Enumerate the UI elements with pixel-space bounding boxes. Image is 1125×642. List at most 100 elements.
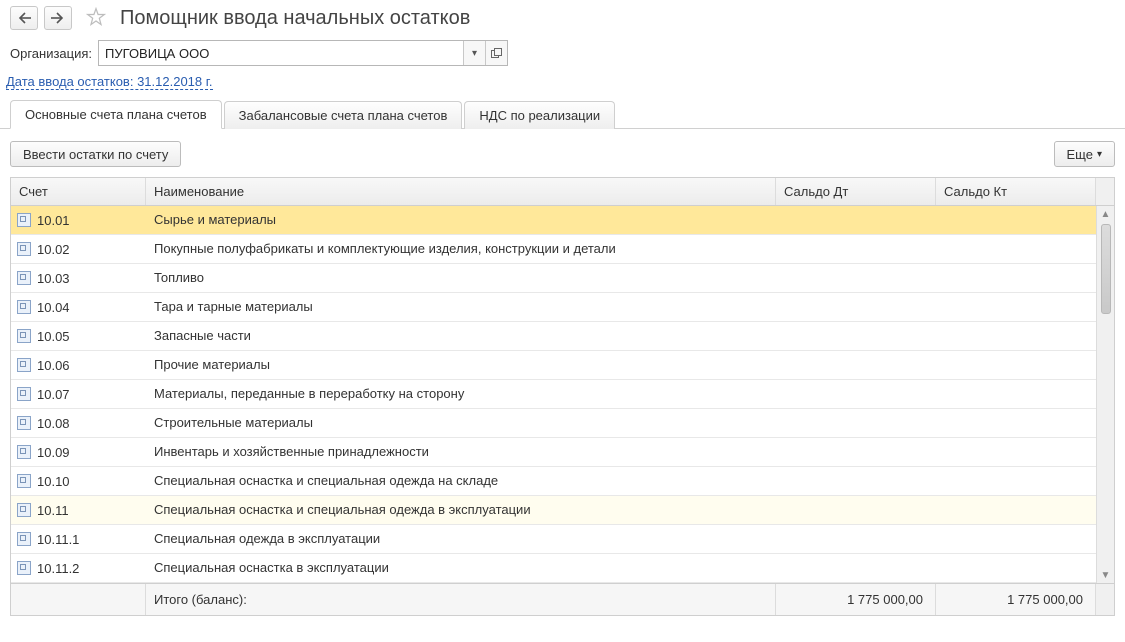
account-cell: 10.11 — [11, 496, 146, 524]
credit-cell — [936, 438, 1096, 466]
footer-label: Итого (баланс): — [146, 584, 776, 615]
back-button[interactable] — [10, 6, 38, 30]
debit-cell — [776, 554, 936, 582]
credit-cell — [936, 467, 1096, 495]
account-name: Топливо — [146, 264, 776, 292]
debit-cell — [776, 438, 936, 466]
debit-cell — [776, 380, 936, 408]
account-cell: 10.06 — [11, 351, 146, 379]
account-code: 10.07 — [37, 387, 70, 402]
credit-cell — [936, 554, 1096, 582]
credit-cell — [936, 351, 1096, 379]
credit-cell — [936, 525, 1096, 553]
account-cell: 10.09 — [11, 438, 146, 466]
account-name: Специальная оснастка в эксплуатации — [146, 554, 776, 582]
account-icon — [17, 445, 31, 459]
table-row[interactable]: 10.10 Специальная оснастка и специальная … — [11, 467, 1114, 496]
more-label: Еще — [1067, 147, 1093, 162]
open-dialog-icon[interactable] — [485, 41, 507, 65]
account-icon — [17, 561, 31, 575]
table-row[interactable]: 10.02Покупные полуфабрикаты и комплектую… — [11, 235, 1114, 264]
table-row[interactable]: 10.08 Строительные материалы — [11, 409, 1114, 438]
balances-date-link[interactable]: Дата ввода остатков: 31.12.2018 г. — [6, 74, 213, 90]
table-row[interactable]: 10.01Сырье и материалы — [11, 206, 1114, 235]
table-row[interactable]: 10.11 Специальная оснастка и специальная … — [11, 496, 1114, 525]
dropdown-icon[interactable]: ▾ — [463, 41, 485, 65]
account-icon — [17, 329, 31, 343]
accounts-table: Счет Наименование Сальдо Дт Сальдо Кт 10… — [10, 177, 1115, 616]
table-row[interactable]: 10.03Топливо — [11, 264, 1114, 293]
organization-select[interactable]: ▾ — [98, 40, 508, 66]
credit-cell — [936, 293, 1096, 321]
account-name: Специальная оснастка и специальная одежд… — [146, 496, 776, 524]
chevron-down-icon: ▾ — [1097, 149, 1102, 160]
account-code: 10.06 — [37, 358, 70, 373]
vertical-scrollbar[interactable]: ▲ ▼ — [1096, 206, 1114, 583]
account-cell: 10.11.1 — [11, 525, 146, 553]
table-row[interactable]: 10.05Запасные части — [11, 322, 1114, 351]
col-credit[interactable]: Сальдо Кт — [936, 178, 1096, 205]
credit-cell — [936, 322, 1096, 350]
account-code: 10.11.2 — [37, 561, 79, 576]
account-name: Инвентарь и хозяйственные принадлежности — [146, 438, 776, 466]
account-cell: 10.05 — [11, 322, 146, 350]
debit-cell — [776, 264, 936, 292]
account-code: 10.04 — [37, 300, 70, 315]
table-row[interactable]: 10.11.2 Специальная оснастка в эксплуатац… — [11, 554, 1114, 583]
footer-debit: 1 775 000,00 — [776, 584, 936, 615]
organization-label: Организация: — [10, 46, 92, 61]
account-name: Специальная одежда в эксплуатации — [146, 525, 776, 553]
account-icon — [17, 474, 31, 488]
account-cell: 10.07 — [11, 380, 146, 408]
tab-0[interactable]: Основные счета плана счетов — [10, 100, 222, 129]
account-name: Строительные материалы — [146, 409, 776, 437]
scroll-down-icon[interactable]: ▼ — [1098, 567, 1114, 583]
table-header: Счет Наименование Сальдо Дт Сальдо Кт — [11, 178, 1114, 206]
scroll-up-icon[interactable]: ▲ — [1098, 206, 1114, 222]
table-row[interactable]: 10.11.1 Специальная одежда в эксплуатации — [11, 525, 1114, 554]
col-debit[interactable]: Сальдо Дт — [776, 178, 936, 205]
account-code: 10.11 — [37, 503, 69, 518]
account-code: 10.11.1 — [37, 532, 79, 547]
tabs-bar: Основные счета плана счетовЗабалансовые … — [0, 99, 1125, 129]
organization-input[interactable] — [99, 41, 463, 65]
account-cell: 10.04 — [11, 293, 146, 321]
enter-balances-button[interactable]: Ввести остатки по счету — [10, 141, 181, 167]
account-icon — [17, 213, 31, 227]
enter-balances-label: Ввести остатки по счету — [23, 147, 168, 162]
col-name[interactable]: Наименование — [146, 178, 776, 205]
debit-cell — [776, 322, 936, 350]
col-account[interactable]: Счет — [11, 178, 146, 205]
table-row[interactable]: 10.04 Тара и тарные материалы — [11, 293, 1114, 322]
favorite-star-icon[interactable] — [86, 7, 106, 30]
account-cell: 10.08 — [11, 409, 146, 437]
debit-cell — [776, 293, 936, 321]
account-cell: 10.03 — [11, 264, 146, 292]
debit-cell — [776, 409, 936, 437]
more-button[interactable]: Еще ▾ — [1054, 141, 1115, 167]
account-name: Прочие материалы — [146, 351, 776, 379]
account-cell: 10.11.2 — [11, 554, 146, 582]
scroll-thumb[interactable] — [1101, 224, 1111, 314]
table-row[interactable]: 10.09Инвентарь и хозяйственные принадлеж… — [11, 438, 1114, 467]
account-cell: 10.01 — [11, 206, 146, 234]
account-code: 10.08 — [37, 416, 70, 431]
debit-cell — [776, 525, 936, 553]
account-name: Материалы, переданные в переработку на с… — [146, 380, 776, 408]
account-name: Сырье и материалы — [146, 206, 776, 234]
account-code: 10.05 — [37, 329, 70, 344]
credit-cell — [936, 206, 1096, 234]
account-name: Специальная оснастка и специальная одежд… — [146, 467, 776, 495]
page-title: Помощник ввода начальных остатков — [120, 7, 470, 30]
account-name: Тара и тарные материалы — [146, 293, 776, 321]
tab-1[interactable]: Забалансовые счета плана счетов — [224, 101, 463, 129]
credit-cell — [936, 380, 1096, 408]
forward-button[interactable] — [44, 6, 72, 30]
account-cell: 10.02 — [11, 235, 146, 263]
table-row[interactable]: 10.07 Материалы, переданные в переработку… — [11, 380, 1114, 409]
tab-2[interactable]: НДС по реализации — [464, 101, 615, 129]
account-icon — [17, 532, 31, 546]
table-row[interactable]: 10.06 Прочие материалы — [11, 351, 1114, 380]
account-icon — [17, 503, 31, 517]
account-code: 10.10 — [37, 474, 70, 489]
